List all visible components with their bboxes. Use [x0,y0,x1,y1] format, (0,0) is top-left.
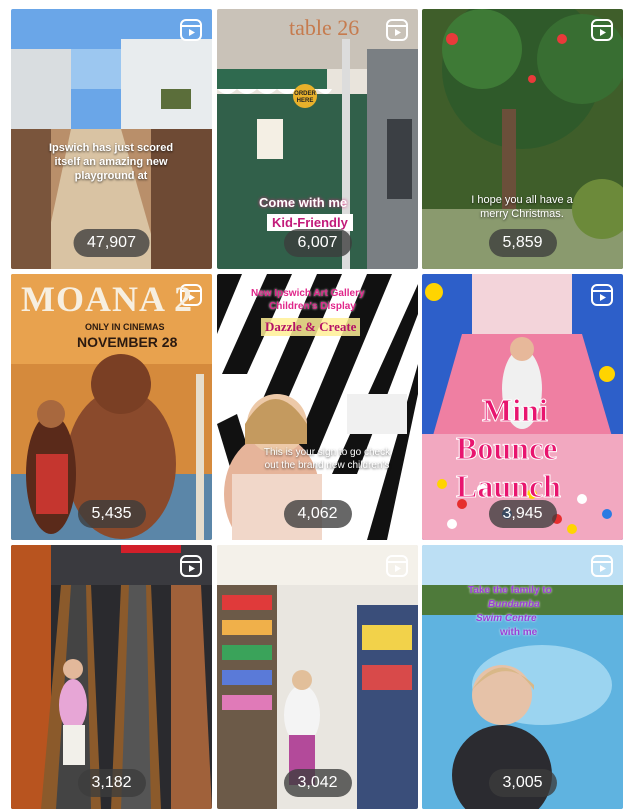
movie-title: MOANA 2 [21,279,193,319]
view-count-6: 3,945 [488,500,557,528]
reels-icon [180,555,202,577]
reel-tile-4[interactable]: MOANA 2 ONLY IN CINEMAS NOVEMBER 28 5,43… [11,274,212,540]
reel-caption-9d: with me [500,627,538,638]
reels-icon [591,284,613,306]
movie-date: NOVEMBER 28 [77,334,178,350]
reel-tile-6[interactable]: Mini Bounce Launch 3,945 [422,274,623,540]
reel-tile-2[interactable]: table 26 ORDER HERE Come with me Kid-Fri… [217,9,418,269]
view-count-9: 3,005 [488,769,557,797]
reels-icon [591,555,613,577]
reel-caption-5b: Children's Display [269,301,356,312]
store-sign: table 26 [289,15,360,40]
movie-subtitle: ONLY IN CINEMAS [85,322,165,332]
reel-tile-7[interactable]: 3,182 [11,545,212,809]
reel-tile-5[interactable]: New Ipswich Art Gallery Children's Displ… [217,274,418,540]
reels-icon [180,19,202,41]
reels-icon [386,555,408,577]
reel-caption-2a: Come with me [259,195,348,210]
reel-caption-1: Ipswich has just scored itself an amazin… [48,142,174,182]
reel-caption-6a: Mini [482,392,549,429]
reel-tile-8[interactable]: 3,042 [217,545,418,809]
reel-caption-5a: New Ipswich Art Gallery [251,288,365,299]
reel-caption-3: I hope you all have a merry Christmas. [471,194,573,220]
reels-grid: Ipswich has just scored itself an amazin… [0,0,624,809]
view-count-2: 6,007 [283,229,352,257]
view-count-3: 5,859 [488,229,557,257]
view-count-8: 3,042 [283,769,352,797]
reel-caption-9a: Take the family to [468,585,552,596]
view-count-5: 4,062 [283,500,352,528]
reel-tile-9[interactable]: Take the family to Bundamba Swim Centre … [422,545,623,809]
reel-caption-5d: This is your sign to go check out the br… [263,447,391,471]
view-count-4: 5,435 [77,500,146,528]
reels-icon [591,19,613,41]
reel-tile-3[interactable]: I hope you all have a merry Christmas. 5… [422,9,623,269]
reel-tile-1[interactable]: Ipswich has just scored itself an amazin… [11,9,212,269]
reel-caption-6b: Bounce [455,430,558,467]
view-count-7: 3,182 [77,769,146,797]
reel-caption-5c: Dazzle & Create [261,318,361,336]
reel-caption-9c: Swim Centre [476,613,537,624]
view-count-1: 47,907 [73,229,150,257]
order-here-badge: ORDER HERE [294,91,316,104]
reel-caption-9b: Bundamba [488,599,540,610]
reels-icon [386,284,408,306]
reels-icon [386,19,408,41]
